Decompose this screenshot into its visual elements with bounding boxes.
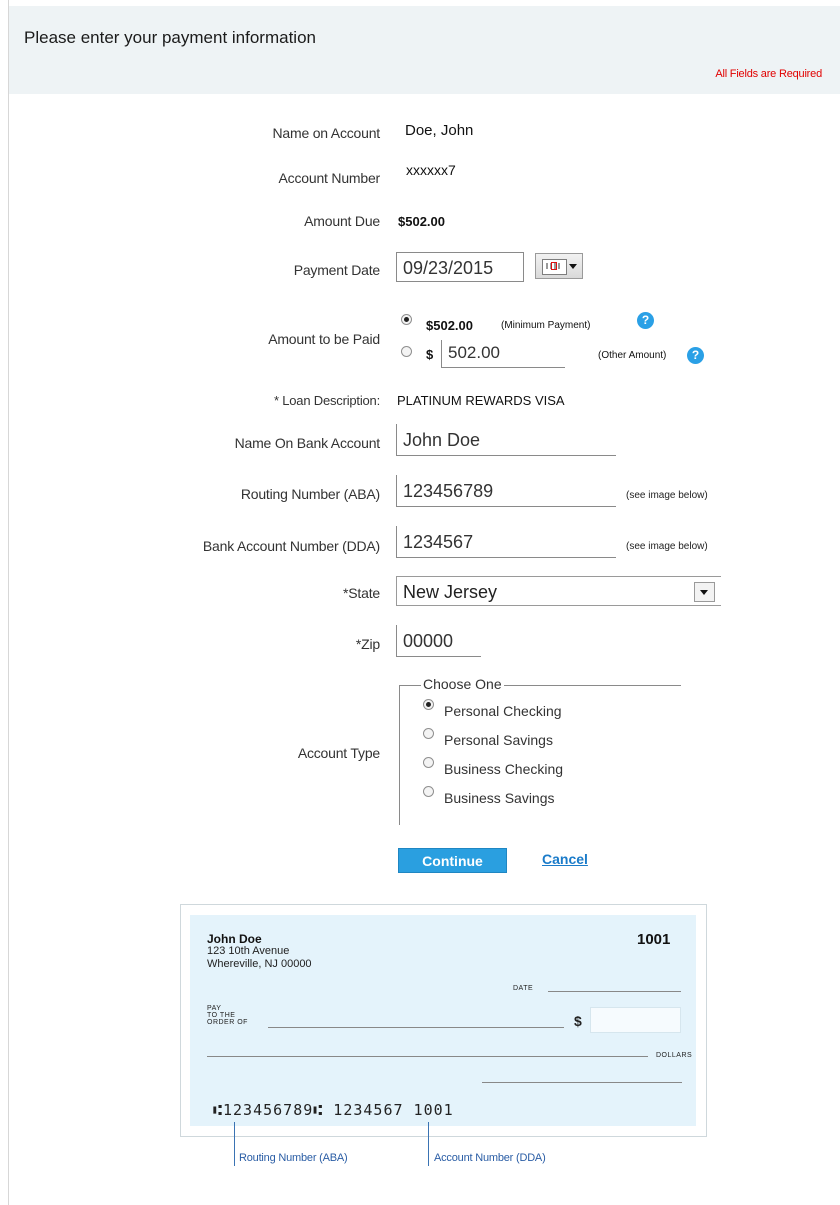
routing-pointer-line — [234, 1122, 235, 1166]
personal-checking-radio[interactable] — [423, 699, 434, 710]
loan-description-label: * Loan Description: — [273, 393, 380, 408]
routing-number-input[interactable]: 123456789 — [396, 475, 616, 507]
bank-account-number-label: Bank Account Number (DDA) — [202, 538, 380, 554]
payment-date-input[interactable]: 09/23/2015 — [396, 252, 524, 282]
check-address-line2: Whereville, NJ 00000 — [207, 958, 312, 970]
business-checking-radio[interactable] — [423, 757, 434, 768]
form-header: Please enter your payment information Al… — [9, 6, 840, 94]
account-number-value: xxxxxx7 — [406, 162, 456, 178]
check-pay-label-2: TO THE — [207, 1012, 236, 1019]
check-number: 1001 — [637, 931, 671, 948]
routing-number-label: Routing Number (ABA) — [240, 486, 380, 502]
check-date-line — [548, 991, 681, 992]
other-amount-note: (Other Amount) — [598, 350, 667, 361]
zip-label: *Zip — [355, 636, 380, 652]
name-on-account-value: Doe, John — [405, 122, 474, 139]
state-select[interactable]: New Jersey — [396, 576, 721, 606]
check-dollar-sign: $ — [574, 1013, 582, 1029]
check-payee-line — [268, 1027, 564, 1028]
minimum-payment-note: (Minimum Payment) — [501, 320, 591, 331]
check-date-label: DATE — [513, 985, 534, 992]
business-savings-label[interactable]: Business Savings — [444, 790, 555, 806]
business-savings-radio[interactable] — [423, 786, 434, 797]
bank-account-name-label: Name On Bank Account — [234, 435, 381, 451]
required-fields-note: All Fields are Required — [715, 68, 822, 80]
personal-checking-label[interactable]: Personal Checking — [444, 703, 562, 719]
check-dollars-label: DOLLARS — [656, 1052, 693, 1059]
business-checking-label[interactable]: Business Checking — [444, 761, 563, 777]
calendar-icon — [542, 259, 567, 275]
account-number-caption: Account Number (DDA) — [434, 1152, 546, 1164]
personal-savings-radio[interactable] — [423, 728, 434, 739]
continue-button[interactable]: Continue — [398, 848, 507, 873]
other-amount-input[interactable]: 502.00 — [441, 340, 565, 368]
dropdown-arrow-icon — [569, 264, 577, 269]
bank-account-number-hint: (see image below) — [626, 541, 708, 552]
amount-due-value: $502.00 — [398, 214, 445, 229]
currency-symbol: $ — [426, 347, 434, 362]
routing-number-caption: Routing Number (ABA) — [239, 1152, 348, 1164]
amount-due-label: Amount Due — [304, 213, 380, 229]
calendar-picker-button[interactable] — [535, 253, 583, 279]
loan-description-value: PLATINUM REWARDS VISA — [397, 393, 565, 408]
check-amount-words-line — [207, 1056, 648, 1057]
amount-to-be-paid-label: Amount to be Paid — [268, 331, 380, 347]
other-amount-help-icon[interactable]: ? — [687, 347, 704, 364]
account-pointer-line — [428, 1122, 429, 1166]
bank-account-number-input[interactable]: 1234567 — [396, 526, 616, 558]
minimum-payment-radio[interactable] — [401, 314, 412, 325]
other-amount-radio[interactable] — [401, 346, 412, 357]
bank-account-name-input[interactable]: John Doe — [396, 424, 616, 456]
minimum-payment-amount: $502.00 — [426, 318, 473, 333]
routing-number-hint: (see image below) — [626, 490, 708, 501]
state-label: *State — [343, 585, 380, 601]
check-payer-name: John Doe — [207, 932, 262, 946]
check-pay-label-3: ORDER OF — [207, 1019, 248, 1026]
account-type-legend: Choose One — [421, 676, 504, 692]
cancel-link[interactable]: Cancel — [542, 851, 588, 867]
check-micr-line: ⑆123456789⑆ 1234567 1001 — [213, 1101, 454, 1119]
check-signature-line — [482, 1082, 682, 1083]
personal-savings-label[interactable]: Personal Savings — [444, 732, 553, 748]
check-address-line1: 123 10th Avenue — [207, 945, 290, 957]
check-amount-box — [590, 1007, 681, 1033]
left-border — [8, 0, 9, 1205]
zip-input[interactable]: 00000 — [396, 625, 481, 657]
state-dropdown-arrow-icon[interactable] — [694, 582, 715, 602]
minimum-payment-help-icon[interactable]: ? — [637, 312, 654, 329]
account-type-label: Account Type — [297, 745, 380, 761]
account-number-label: Account Number — [278, 170, 381, 186]
check-pay-label-1: PAY — [207, 1005, 222, 1012]
payment-date-label: Payment Date — [293, 262, 381, 278]
name-on-account-label: Name on Account — [272, 125, 380, 141]
page-title: Please enter your payment information — [24, 28, 316, 47]
